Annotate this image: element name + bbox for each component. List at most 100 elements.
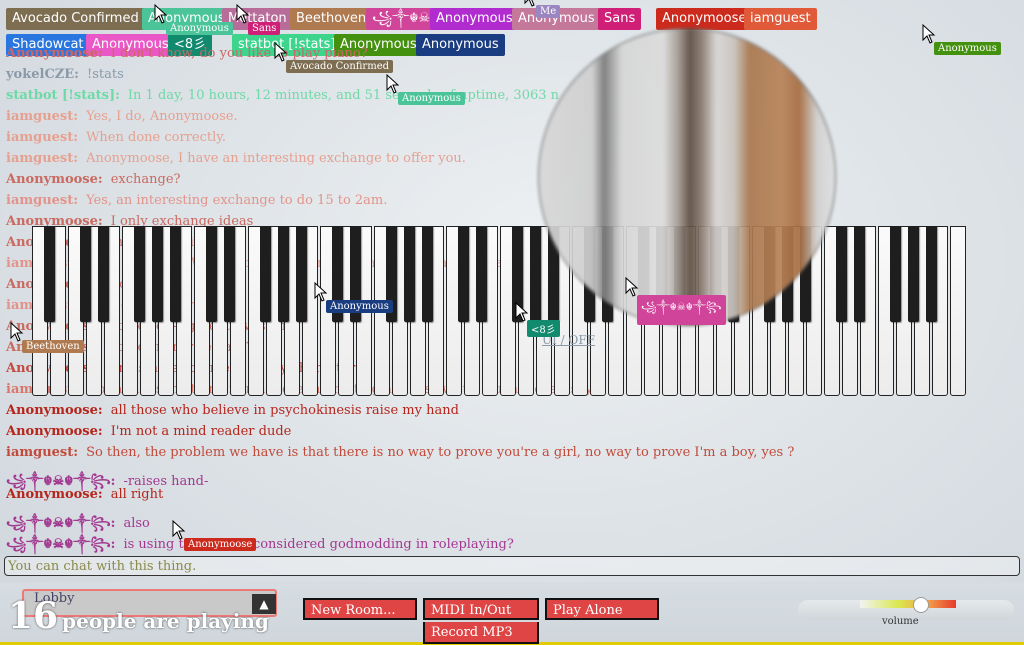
player-count-number: 16 [8, 595, 59, 637]
chat-message: iamguest: So then, the problem we have is… [6, 445, 794, 460]
chat-message: iamguest: When done correctly. [6, 130, 226, 145]
piano-black-key[interactable] [296, 226, 307, 322]
cursor-name-tag: Sans [248, 22, 281, 35]
chat-text: Yes, an interesting exchange to do 15 to… [86, 193, 388, 208]
chat-text: When done correctly. [86, 130, 226, 145]
chat-input[interactable]: You can chat with this thing. [4, 556, 1020, 576]
cursor-name-tag: Anonymous [166, 22, 233, 35]
piano-black-key[interactable] [926, 226, 937, 322]
chat-author: statbot [!stats]: [6, 88, 120, 103]
piano-black-key[interactable] [152, 226, 163, 322]
piano-black-key[interactable] [530, 226, 541, 322]
cursor-name-tag: Avocado Confirmed [286, 60, 394, 73]
chat-message: yokelCZE: !stats [6, 67, 124, 82]
user-tag[interactable]: Beethoven [290, 8, 373, 30]
chat-message: iamguest: Yes, I do, Anonymoose. [6, 109, 238, 124]
cursor-arrow-icon [10, 322, 24, 342]
piano-black-key[interactable] [854, 226, 865, 322]
piano-black-key[interactable] [170, 226, 181, 322]
piano-black-key[interactable] [476, 226, 487, 322]
cursor-arrow-icon [314, 282, 328, 302]
chat-text: Anonymoose, I have an interesting exchan… [86, 151, 466, 166]
chat-author: iamguest: [6, 151, 79, 166]
piano-black-key[interactable] [278, 226, 289, 322]
chat-message: Anonymoose: exchange? [6, 172, 181, 187]
cursor-name-tag: Anonymous [398, 92, 465, 105]
piano-black-key[interactable] [134, 226, 145, 322]
chat-text: I'm not a mind reader dude [110, 424, 292, 439]
magnifier-lens [538, 28, 836, 326]
new-room-button[interactable]: New Room... [303, 598, 417, 620]
cursor-name-tag: ꧁༒☬☠☬༒꧂ [637, 295, 726, 325]
piano-keyboard[interactable] [32, 226, 968, 399]
piano-white-key[interactable] [950, 226, 966, 396]
cursor-name-tag: Me [536, 5, 561, 18]
chat-author: Anonymoose: [6, 403, 103, 418]
cursor-arrow-icon [515, 302, 529, 322]
chat-message: Anonymoose: all right [6, 487, 163, 502]
chat-author: Anonymoose: [6, 424, 103, 439]
piano-black-key[interactable] [836, 226, 847, 322]
cursor-name-tag: Anonymoose [184, 538, 257, 551]
chat-message: Anonymoose: I don't know, do you like to … [6, 46, 368, 61]
play-alone-button[interactable]: Play Alone [545, 598, 659, 620]
user-tag[interactable]: Anonymous [416, 34, 505, 56]
chat-author: ꧁༒☬☠☬༒꧂: [6, 537, 116, 552]
chat-text: exchange? [110, 172, 181, 187]
chat-author: Anonymoose: [6, 46, 103, 61]
player-count: 16 people are playing [8, 595, 269, 637]
chat-message: Anonymoose: I'm not a mind reader dude [6, 424, 291, 439]
chat-message: iamguest: Anonymoose, I have an interesti… [6, 151, 466, 166]
midi-button[interactable]: MIDI In/Out [423, 598, 539, 620]
chat-author: iamguest: [6, 445, 79, 460]
cursor-arrow-icon [625, 277, 639, 297]
piano-black-key[interactable] [98, 226, 109, 322]
piano-black-key[interactable] [890, 226, 901, 322]
chat-author: Anonymoose: [6, 487, 103, 502]
piano-black-key[interactable] [80, 226, 91, 322]
chat-text: In 1 day, 10 hours, 12 minutes, and 51 s… [127, 88, 560, 103]
volume-bar[interactable] [860, 600, 956, 608]
piano-black-key[interactable] [224, 226, 235, 322]
cursor-arrow-icon [524, 0, 535, 7]
user-tag[interactable]: Anonymoose [656, 8, 753, 30]
chat-text: Yes, I do, Anonymoose. [86, 109, 238, 124]
cursor-arrow-icon [274, 42, 288, 62]
chat-author: yokelCZE: [6, 67, 79, 82]
piano-black-key[interactable] [260, 226, 271, 322]
cursor-arrow-icon [172, 520, 186, 540]
piano-black-key[interactable] [422, 226, 433, 322]
cursor-name-tag: Anonymous [934, 42, 1001, 55]
user-tag[interactable]: Avocado Confirmed [6, 8, 145, 30]
chat-message: Anonymoose: all those who believe in psyc… [6, 403, 459, 418]
piano-black-key[interactable] [44, 226, 55, 322]
piano-black-key[interactable] [908, 226, 919, 322]
chat-message: iamguest: Yes, an interesting exchange to… [6, 193, 387, 208]
cursor-arrow-icon [154, 4, 168, 24]
cursor-name-tag: Anonymous [326, 300, 393, 313]
cursor-name-tag: Beethoven [22, 340, 84, 353]
cursor-arrow-icon [386, 74, 400, 94]
player-count-label: people are playing [62, 609, 269, 633]
user-tag[interactable]: iamguest [744, 8, 817, 30]
piano-black-key[interactable] [206, 226, 217, 322]
chat-author: iamguest: [6, 130, 79, 145]
piano-black-key[interactable] [458, 226, 469, 322]
chat-author: iamguest: [6, 109, 79, 124]
chat-text: I don't know, do you like to play piano? [110, 46, 368, 61]
chat-author: Anonymoose: [6, 172, 103, 187]
chat-text: !stats [87, 67, 124, 82]
piano-black-key[interactable] [404, 226, 415, 322]
chat-text: all right [110, 487, 164, 502]
volume-control[interactable]: volume [798, 597, 1014, 627]
chat-text: So then, the problem we have is that the… [86, 445, 795, 460]
record-mp3-button[interactable]: Record MP3 [423, 622, 539, 644]
user-tag[interactable]: Sans [598, 8, 642, 30]
chat-author: iamguest: [6, 193, 79, 208]
volume-label: volume [882, 616, 919, 627]
volume-knob[interactable] [912, 597, 929, 613]
cursor-arrow-icon [922, 24, 936, 44]
cursor-arrow-icon [236, 4, 250, 24]
cursor-name-tag: <8彡 [527, 320, 560, 337]
user-tag[interactable]: Anonymous [430, 8, 519, 30]
